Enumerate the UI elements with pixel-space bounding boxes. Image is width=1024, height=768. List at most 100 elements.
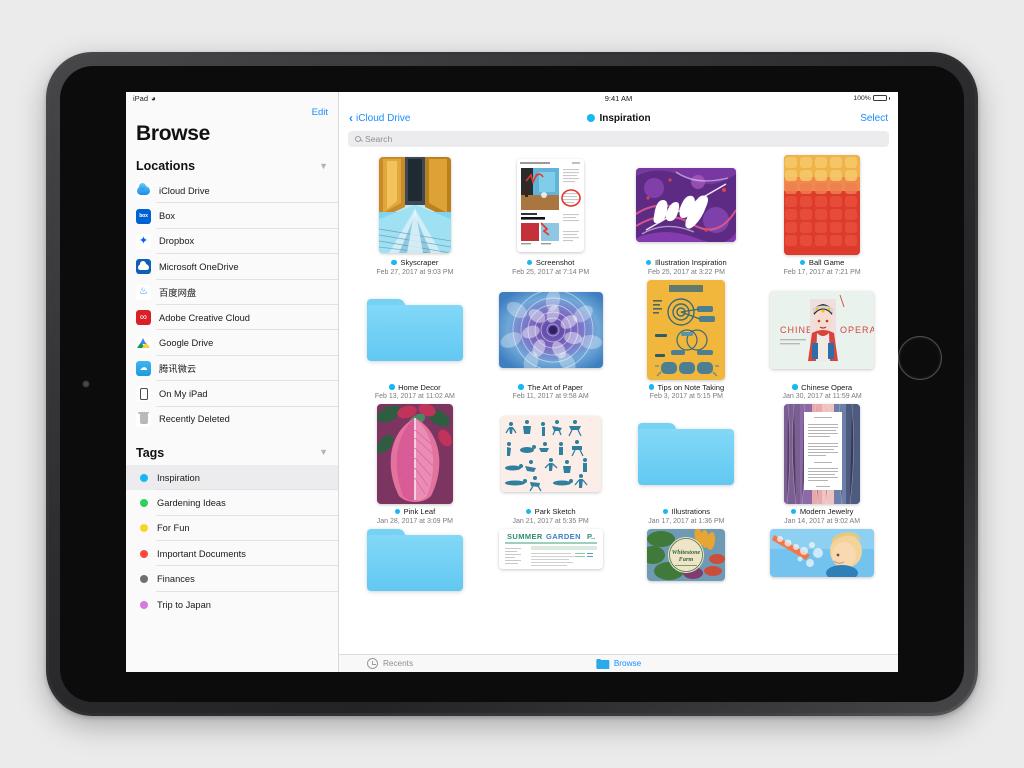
file-name: Chinese Opera <box>801 382 853 392</box>
tag-color-dot <box>648 384 655 390</box>
file-item[interactable]: Ball Game Feb 17, 2017 at 7:21 PM <box>754 155 890 276</box>
tag-color-dot <box>586 114 595 122</box>
sidebar-item-tencent-weiyun[interactable]: ☁ 腾讯微云 <box>126 356 338 382</box>
svg-text:Farm: Farm <box>679 556 694 563</box>
illustration-inspiration-image <box>636 168 737 242</box>
tips-on-note-taking-image <box>647 279 726 380</box>
sidebar-item-box[interactable]: box Box <box>126 203 338 230</box>
search-bar-wrapper: Search <box>339 131 898 152</box>
file-item[interactable]: Pink Leaf Jan 28, 2017 at 3:09 PM <box>347 404 483 525</box>
tab-label: Recents <box>383 659 414 668</box>
chevron-down-icon[interactable]: ▼ <box>319 448 328 457</box>
thumbnail: CHINESE OPERA <box>754 280 890 380</box>
tab-browse[interactable]: Browse <box>595 658 641 669</box>
file-item[interactable]: Park Sketch Jan 21, 2017 at 5:35 PM <box>483 404 619 525</box>
sidebar-tag-gardening-ideas[interactable]: Gardening Ideas <box>126 490 338 517</box>
thumbnail <box>754 404 890 504</box>
thumbnail <box>347 528 483 591</box>
file-date: Feb 17, 2017 at 7:21 PM <box>783 268 861 276</box>
back-button[interactable]: ‹ iCloud Drive <box>349 112 410 124</box>
locations-list: iCloud Drive box Box ✦ Dropbox Microsoft… <box>126 178 338 432</box>
chevron-down-icon[interactable]: ▼ <box>319 161 328 171</box>
tag-color-dot <box>140 498 148 507</box>
sidebar-tag-for-fun[interactable]: For Fun <box>126 516 338 542</box>
file-item[interactable]: Illustrations Jan 17, 2017 at 1:36 PM <box>619 404 755 525</box>
tags-list: Inspiration Gardening Ideas For Fun Impo… <box>126 464 338 617</box>
file-item[interactable]: SUMMER GARDEN P.. <box>483 528 619 569</box>
file-date: Feb 13, 2017 at 11:02 AM <box>374 393 455 400</box>
bottom-tab-bar: Recents Browse <box>339 654 898 672</box>
sidebar-item-adobe-creative-cloud[interactable]: ∞ Adobe Creative Cloud <box>126 305 338 331</box>
file-name: Illustrations <box>671 507 711 516</box>
tag-color-dot <box>799 259 806 266</box>
sidebar-item-baidu-netdisk[interactable]: ♨ 百度网盘 <box>126 280 338 306</box>
section-title: Locations <box>136 159 196 173</box>
sidebar-item-label: Important Documents <box>157 548 246 559</box>
file-item[interactable]: Modern Jewelry Jan 14, 2017 at 9:02 AM <box>754 404 890 525</box>
status-time: 9:41 AM <box>604 94 633 103</box>
file-item[interactable]: Illustration Inspiration Feb 25, 2017 at… <box>619 155 755 276</box>
file-grid-area[interactable]: Skyscraper Feb 27, 2017 at 9:03 PM Scree… <box>339 152 898 654</box>
sidebar-item-label: Gardening Ideas <box>157 497 226 508</box>
file-item[interactable]: Screenshot Feb 25, 2017 at 7:14 PM <box>483 155 619 276</box>
box-icon: box <box>136 208 151 224</box>
file-item[interactable] <box>347 528 483 591</box>
file-date: Jan 21, 2017 at 5:35 PM <box>512 517 589 525</box>
sidebar-tag-trip-to-japan[interactable]: Trip to Japan <box>126 592 338 617</box>
child-bubbles-image <box>770 528 875 577</box>
select-button[interactable]: Select <box>860 113 888 124</box>
file-item[interactable]: Skyscraper Feb 27, 2017 at 9:03 PM <box>347 155 483 276</box>
file-item[interactable]: The Art of Paper Feb 11, 2017 at 9:58 AM <box>483 280 619 400</box>
file-item[interactable]: Home Decor Feb 13, 2017 at 11:02 AM <box>347 280 483 400</box>
sidebar-item-microsoft-onedrive[interactable]: Microsoft OneDrive <box>126 254 338 280</box>
file-date: Jan 17, 2017 at 1:36 PM <box>648 517 725 525</box>
file-date: Feb 3, 2017 at 5:15 PM <box>649 393 723 400</box>
file-date: Jan 30, 2017 at 11:59 AM <box>782 393 862 400</box>
file-caption: Tips on Note Taking <box>648 382 725 392</box>
sidebar-tag-inspiration[interactable]: Inspiration <box>126 464 338 491</box>
edit-button[interactable]: Edit <box>312 107 328 118</box>
sidebar-section-header-locations[interactable]: Locations ▼ <box>126 154 338 178</box>
adobe-creative-cloud-icon: ∞ <box>136 310 151 326</box>
sidebar-item-dropbox[interactable]: ✦ Dropbox <box>126 229 338 255</box>
file-date: Jan 14, 2017 at 9:02 AM <box>784 517 861 525</box>
tag-color-dot <box>140 600 148 609</box>
file-item[interactable]: Whitestone Farm <box>619 528 755 581</box>
file-item[interactable]: Tips on Note Taking Feb 3, 2017 at 5:15 … <box>619 279 755 400</box>
svg-text:OPERA: OPERA <box>840 325 874 335</box>
file-date: Feb 27, 2017 at 9:03 PM <box>376 268 454 276</box>
home-button[interactable] <box>898 336 942 380</box>
status-bar-left: iPad ◕ <box>133 94 156 103</box>
tag-color-dot <box>645 259 652 266</box>
file-item[interactable] <box>754 528 890 577</box>
file-name: Park Sketch <box>534 507 576 516</box>
tag-color-dot <box>140 524 148 533</box>
file-name: Tips on Note Taking <box>657 382 725 392</box>
tag-color-dot <box>394 508 401 515</box>
battery-cap <box>888 96 890 100</box>
sidebar-tag-important-documents[interactable]: Important Documents <box>126 541 338 567</box>
sidebar-item-icloud-drive[interactable]: iCloud Drive <box>126 178 338 204</box>
sidebar-item-label: Box <box>159 211 176 222</box>
sidebar-tag-finances[interactable]: Finances <box>126 566 338 593</box>
thumbnail: Whitestone Farm <box>619 528 755 581</box>
park-sketch-image <box>500 416 601 492</box>
sidebar-section-header-tags[interactable]: Tags ▼ <box>126 441 338 465</box>
tag-color-dot <box>140 473 148 482</box>
file-caption: Illustrations <box>662 507 711 516</box>
sidebar-item-recently-deleted[interactable]: Recently Deleted <box>126 407 338 432</box>
ball-game-image <box>784 155 861 255</box>
sidebar-item-on-my-ipad[interactable]: On My iPad <box>126 381 338 407</box>
tab-recents[interactable]: Recents <box>367 658 413 669</box>
thumbnail <box>483 404 619 504</box>
breadcrumb: Inspiration <box>586 113 651 124</box>
sidebar-item-google-drive[interactable]: Google Drive <box>126 330 338 357</box>
icloud-drive-icon <box>136 183 151 199</box>
front-camera <box>82 380 90 388</box>
google-drive-icon <box>136 335 151 351</box>
file-grid: Skyscraper Feb 27, 2017 at 9:03 PM Scree… <box>347 155 890 591</box>
thumbnail <box>754 528 890 577</box>
file-item[interactable]: CHINESE OPERA Chinese Opera Jan 30, 2017… <box>754 280 890 400</box>
search-input[interactable]: Search <box>348 131 889 147</box>
svg-text:SUMMER: SUMMER <box>507 532 543 541</box>
